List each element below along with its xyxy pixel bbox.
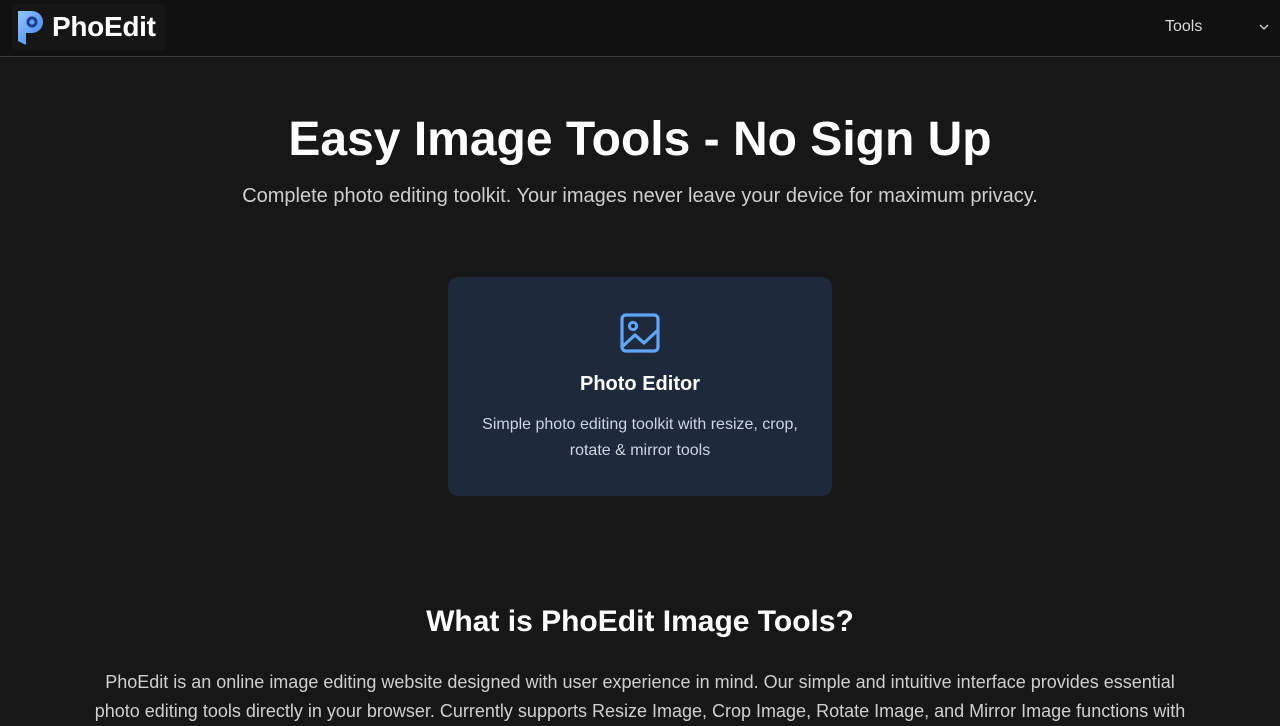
top-navbar: PhoEdit Tools bbox=[0, 0, 1280, 57]
tools-dropdown-label: Tools bbox=[1165, 18, 1203, 35]
brand-name: PhoEdit bbox=[52, 11, 156, 42]
about-heading: What is PhoEdit Image Tools? bbox=[426, 605, 854, 638]
chevron-down-icon bbox=[1259, 24, 1269, 30]
about-paragraph: PhoEdit is an online image editing websi… bbox=[94, 672, 1186, 721]
image-icon bbox=[620, 313, 660, 353]
photo-editor-title: Photo Editor bbox=[580, 373, 700, 395]
page-subtitle: Complete photo editing toolkit. Your ima… bbox=[242, 185, 1038, 207]
phoedit-logo-icon bbox=[18, 11, 43, 45]
brand-home-link[interactable]: PhoEdit bbox=[12, 4, 166, 50]
page-title: Easy Image Tools - No Sign Up bbox=[288, 113, 992, 166]
tools-dropdown[interactable]: Tools bbox=[1165, 14, 1270, 40]
photo-editor-description: Simple photo editing toolkit with resize… bbox=[482, 416, 798, 459]
photo-editor-card[interactable]: Photo Editor Simple photo editing toolki… bbox=[448, 277, 832, 496]
